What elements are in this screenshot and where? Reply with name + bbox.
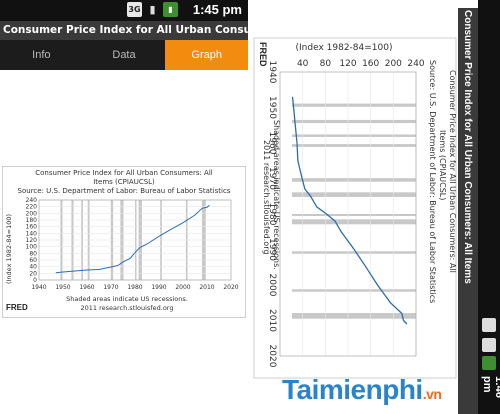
rotated-status-bar: 1:46 pm xyxy=(478,0,500,414)
x-tick-label: 1940 xyxy=(31,284,46,291)
portrait-screen: 3G ▮ ▮ 1:45 pm Consumer Price Index for … xyxy=(0,0,248,414)
landscape-screen: (Index 1982-84=100) FRED Consumer Price … xyxy=(252,0,500,414)
x-tick-label: 1970 xyxy=(103,284,118,291)
recession-band xyxy=(292,103,416,107)
x-tick-label: 2020 xyxy=(267,345,277,368)
y-tick-label: 0 xyxy=(33,277,37,284)
y-tick-label: 80 xyxy=(320,59,332,69)
x-tick-label: 2000 xyxy=(175,284,190,291)
tab-info[interactable]: Info xyxy=(0,40,83,70)
rotated-title-text: Consumer Price Index for All Urban Consu… xyxy=(462,10,473,284)
tab-bar: Info Data Graph xyxy=(0,40,248,70)
recession-note: Shaded areas indicate US recessions. xyxy=(66,295,188,303)
y-tick-label: 40 xyxy=(297,59,309,69)
cpi-chart-portrait: (Index 1982-84=100) Shaded areas indicat… xyxy=(5,197,239,312)
y-tick-label: 20 xyxy=(29,270,37,277)
recession-band xyxy=(292,119,416,124)
x-tick-label: 1960 xyxy=(267,132,277,155)
x-tick-label: 2020 xyxy=(223,284,238,291)
recession-band xyxy=(292,214,416,216)
notification-icon xyxy=(482,338,496,352)
x-tick-label: 1980 xyxy=(267,203,277,226)
status-icons: 3G ▮ ▮ xyxy=(127,2,178,17)
app-title: Consumer Price Index for All Urban Consu… xyxy=(0,21,248,40)
y-tick-label: 180 xyxy=(26,217,38,224)
x-tick-label: 1950 xyxy=(267,96,277,119)
y-tick-label: 60 xyxy=(29,257,37,264)
x-tick-label: 1990 xyxy=(151,284,166,291)
watermark-text: Taimienphi xyxy=(282,374,423,405)
tab-graph[interactable]: Graph xyxy=(165,40,248,70)
credit-text: 2011 research.stlouisfed.org xyxy=(81,304,174,312)
fred-logo: FRED xyxy=(6,303,28,312)
y-tick-label: 100 xyxy=(26,244,38,251)
x-tick-label: 1980 xyxy=(127,284,142,291)
recession-band xyxy=(292,289,416,292)
x-tick-label: 2000 xyxy=(267,274,277,297)
battery-icon: ▮ xyxy=(163,2,178,17)
y-tick-label: 120 xyxy=(26,237,38,244)
tab-data[interactable]: Data xyxy=(83,40,166,70)
watermark-suffix: .vn xyxy=(422,386,442,402)
recession-band xyxy=(292,134,416,137)
y-tick-label: 220 xyxy=(26,204,38,211)
status-bar: 3G ▮ ▮ 1:45 pm xyxy=(0,0,248,21)
y-tick-label: 160 xyxy=(362,59,379,69)
recession-band xyxy=(292,251,416,254)
y-tick-label: 200 xyxy=(26,210,38,217)
graph-card: Consumer Price Index for All Urban Consu… xyxy=(2,166,246,318)
x-tick-label: 2010 xyxy=(199,284,214,291)
y-tick-label: 160 xyxy=(26,224,38,231)
battery-icon xyxy=(482,356,496,370)
x-tick-label: 1990 xyxy=(267,238,277,261)
x-tick-label: 1940 xyxy=(267,61,277,84)
y-tick-label: 140 xyxy=(26,230,38,237)
rotated-chart-source: Source: U.S. Department of Labor: Bureau… xyxy=(428,60,437,303)
y-tick-label: 120 xyxy=(339,59,356,69)
x-tick-label: 1970 xyxy=(267,167,277,190)
recession-band xyxy=(292,178,416,182)
y-axis-label: (Index 1982-84=100) xyxy=(5,214,13,284)
recession-band xyxy=(292,313,416,319)
fred-logo: FRED xyxy=(258,42,268,67)
y-tick-label: 80 xyxy=(29,250,37,257)
rotated-chart-title-line1: Consumer Price Index for All Urban Consu… xyxy=(448,70,457,273)
watermark: Taimienphi.vn xyxy=(282,374,442,406)
y-tick-label: 240 xyxy=(26,197,38,204)
rotated-chart-title-line2: Items (CPIAUCSL) xyxy=(438,130,447,200)
y-tick-label: 240 xyxy=(407,59,424,69)
signal-bars-icon: ▮ xyxy=(149,3,156,16)
y-tick-label: 40 xyxy=(29,264,37,271)
network-3g-icon: 3G xyxy=(127,2,142,17)
x-tick-label: 1960 xyxy=(79,284,94,291)
recession-band xyxy=(292,219,416,225)
recession-band xyxy=(292,144,416,147)
y-tick-label: 200 xyxy=(385,59,402,69)
rotated-y-axis-label: (Index 1982-84=100) xyxy=(296,43,393,53)
status-time: 1:45 pm xyxy=(192,2,242,17)
cpi-chart-rotated: (Index 1982-84=100) FRED Consumer Price … xyxy=(253,37,457,379)
rotated-status-time: 1:46 pm xyxy=(481,376,500,399)
x-tick-label: 1950 xyxy=(55,284,70,291)
x-tick-label: 2010 xyxy=(267,309,277,332)
usb-icon xyxy=(482,318,496,332)
